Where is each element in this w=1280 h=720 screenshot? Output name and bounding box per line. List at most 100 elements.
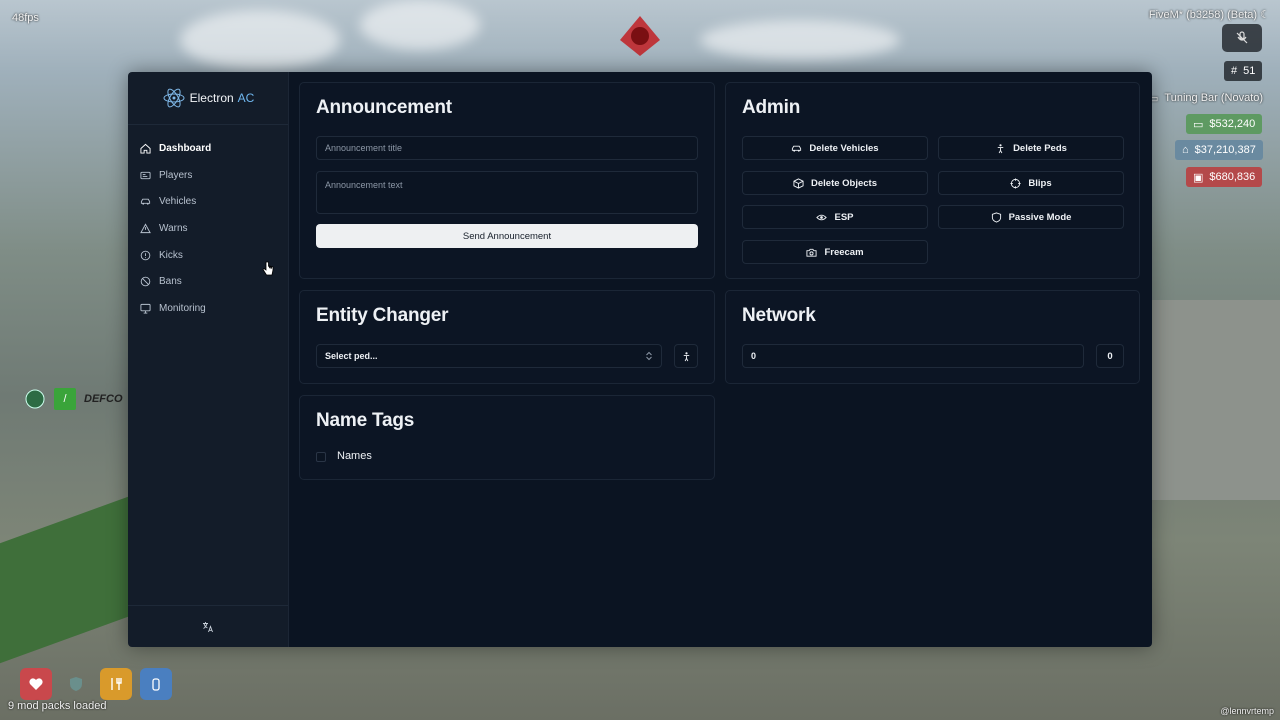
ban-icon: [140, 277, 151, 287]
road: [0, 496, 128, 664]
hand-cursor-icon: [262, 261, 274, 276]
translate-icon: [203, 621, 213, 632]
location-label: ▭ Tuning Bar (Novato): [1148, 92, 1264, 105]
ped-select-value: Select ped...: [325, 351, 378, 361]
button-label: ESP: [834, 211, 854, 223]
monitor-icon: [140, 303, 151, 314]
bank-badge: ⌂ $37,210,387: [1175, 140, 1263, 160]
mic-off-icon: [1236, 31, 1248, 44]
watermark: @lennvrtemp: [1220, 706, 1274, 716]
sidebar-nav: Dashboard Players Vehicles Warns Kicks B…: [128, 125, 288, 605]
announcement-card: Announcement Announcement title Announce…: [299, 82, 715, 279]
food-icon: [111, 678, 122, 690]
network-submit-button[interactable]: 0: [1096, 344, 1124, 368]
hash-icon: #: [1231, 65, 1238, 77]
send-announcement-button[interactable]: Send Announcement: [316, 224, 698, 248]
home-icon: [140, 143, 151, 154]
brand-name: Electron: [189, 91, 234, 105]
sidebar-item-label: Players: [159, 169, 193, 181]
sidebar-item-players[interactable]: Players: [128, 162, 288, 189]
sidebar-item-label: Warns: [159, 222, 188, 234]
electron-ac-window: Electron AC Dashboard Players Vehicles W…: [128, 72, 1152, 647]
sidebar-item-dashboard[interactable]: Dashboard: [128, 135, 288, 162]
ped-select[interactable]: Select ped...: [316, 344, 662, 368]
button-label: Delete Objects: [811, 177, 877, 189]
apply-ped-button[interactable]: [674, 344, 698, 368]
defcon-level: /: [54, 388, 76, 410]
entity-changer-heading: Entity Changer: [316, 305, 449, 326]
defcon-label: DEFCO: [84, 393, 123, 405]
button-label: Blips: [1028, 177, 1052, 189]
car-icon: [792, 145, 802, 152]
person-icon: [997, 143, 1004, 153]
cloud: [360, 0, 480, 50]
shield-icon: [70, 677, 82, 691]
announcement-heading: Announcement: [316, 97, 452, 118]
announcement-title-input[interactable]: Announcement title: [316, 136, 698, 160]
admin-heading: Admin: [742, 97, 801, 118]
camera-icon: [806, 248, 817, 257]
bank-icon: ⌂: [1182, 144, 1189, 156]
sidebar: Electron AC Dashboard Players Vehicles W…: [128, 72, 289, 647]
defcon-indicator: / DEFCO: [24, 388, 123, 410]
names-checkbox[interactable]: [316, 452, 326, 462]
server-logo: [620, 16, 660, 56]
mods-loaded-text: 9 mod packs loaded: [8, 700, 107, 712]
cash-badge: ▭ $532,240: [1186, 114, 1263, 134]
button-label: Delete Vehicles: [809, 142, 879, 154]
delete-vehicles-button[interactable]: Delete Vehicles: [742, 136, 928, 160]
player-count: #51: [1224, 61, 1263, 81]
sidebar-item-label: Monitoring: [159, 302, 206, 314]
sidebar-item-vehicles[interactable]: Vehicles: [128, 188, 288, 215]
bottle-icon: [152, 678, 160, 691]
id-card-icon: [140, 171, 151, 179]
sidebar-footer: [128, 605, 288, 647]
esp-button[interactable]: ESP: [742, 205, 928, 229]
wallet-icon: ▣: [1193, 171, 1204, 184]
delete-objects-button[interactable]: Delete Objects: [742, 171, 928, 195]
dirty-money-badge: ▣ $680,836: [1186, 167, 1263, 187]
alert-circle-icon: [140, 250, 151, 260]
button-label: Passive Mode: [1008, 211, 1072, 223]
box-icon: [793, 177, 804, 189]
cloud: [700, 20, 900, 60]
language-button[interactable]: [199, 618, 217, 636]
name-tags-heading: Name Tags: [316, 410, 415, 431]
money-icon: ▭: [1193, 118, 1204, 131]
button-label: Freecam: [824, 246, 864, 258]
announcement-text-input[interactable]: Announcement text: [316, 171, 698, 214]
health-status: [20, 668, 52, 700]
atom-logo-icon: [163, 88, 185, 108]
person-icon: [683, 351, 689, 361]
car-icon: [140, 198, 151, 205]
sidebar-item-label: Dashboard: [159, 142, 212, 154]
blips-button[interactable]: Blips: [938, 171, 1124, 195]
client-version: FiveM* (b3258) (Beta) ☾: [1148, 9, 1270, 21]
sidebar-item-label: Kicks: [159, 249, 183, 261]
network-input[interactable]: 0: [742, 344, 1084, 368]
entity-changer-card: Entity Changer Select ped...: [299, 290, 715, 384]
armor-status: [60, 668, 92, 700]
sidebar-item-warns[interactable]: Warns: [128, 215, 288, 242]
admin-card: Admin Delete Vehicles Delete Peds Delete…: [725, 82, 1140, 279]
main-content: Announcement Announcement title Announce…: [289, 72, 1152, 647]
fps-counter: 48fps: [12, 12, 39, 24]
name-tags-card: Name Tags Names: [299, 395, 715, 480]
brand-accent: AC: [237, 91, 255, 105]
road: [1152, 300, 1280, 500]
warning-icon: [140, 223, 151, 233]
eye-icon: [816, 214, 828, 220]
mute-mic-button[interactable]: [1222, 24, 1262, 52]
sidebar-item-label: Bans: [159, 276, 182, 288]
shield-icon: [991, 211, 1001, 223]
network-heading: Network: [742, 305, 816, 326]
sidebar-item-monitoring[interactable]: Monitoring: [128, 295, 288, 322]
freecam-button[interactable]: Freecam: [742, 240, 928, 264]
hunger-status: [100, 668, 132, 700]
thirst-status: [140, 668, 172, 700]
crosshair-icon: [1010, 177, 1021, 189]
passive-mode-button[interactable]: Passive Mode: [938, 205, 1124, 229]
sidebar-item-label: Vehicles: [159, 196, 197, 208]
brand: Electron AC: [128, 72, 288, 125]
delete-peds-button[interactable]: Delete Peds: [938, 136, 1124, 160]
